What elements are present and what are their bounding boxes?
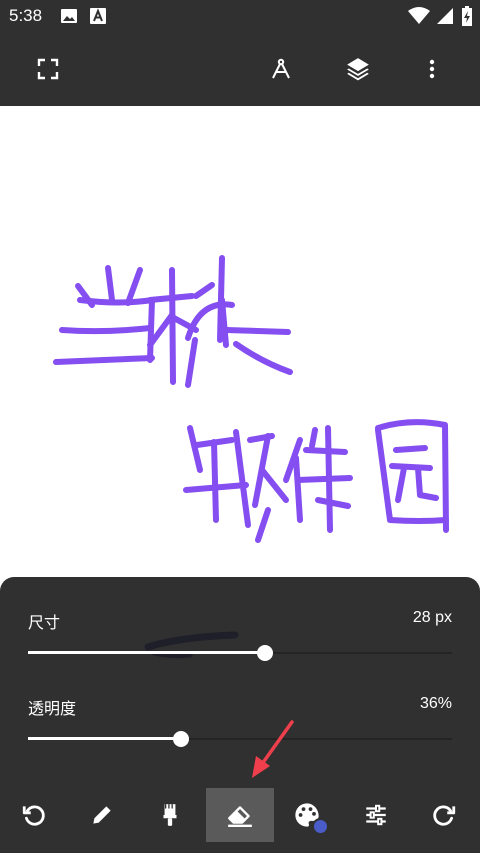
opacity-value: 36%	[419, 695, 452, 712]
opacity-label: 透明度	[28, 699, 77, 718]
opacity-slider-fill	[28, 737, 181, 740]
more-options-button[interactable]	[412, 49, 452, 89]
status-time: 5:38	[9, 6, 43, 25]
color-palette-button[interactable]	[277, 789, 337, 841]
tool-bar	[0, 763, 480, 853]
cellular-icon	[437, 8, 453, 24]
size-slider-thumb[interactable]	[257, 645, 274, 661]
pencil-icon	[93, 806, 111, 824]
fullscreen-icon	[37, 58, 59, 80]
compass-icon	[272, 58, 290, 79]
brush-button[interactable]	[140, 789, 200, 841]
redo-button[interactable]	[414, 789, 474, 841]
size-value: 28 px	[412, 609, 452, 626]
eraser-button[interactable]	[206, 788, 274, 842]
layers-icon	[347, 58, 369, 81]
size-slider[interactable]	[28, 643, 452, 663]
top-toolbar	[0, 32, 480, 106]
size-slider-fill	[28, 651, 266, 654]
redo-icon	[433, 805, 456, 826]
undo-icon	[22, 805, 45, 826]
opacity-slider-thumb[interactable]	[172, 731, 189, 747]
battery-charging-icon	[462, 6, 472, 26]
current-color-indicator	[312, 818, 329, 835]
wifi-icon	[408, 7, 430, 24]
status-bar: 5:38	[0, 0, 480, 32]
adjust-button[interactable]	[346, 789, 406, 841]
image-notification-icon	[61, 9, 77, 23]
sliders-icon	[366, 804, 386, 826]
a-notification-icon	[90, 8, 106, 24]
more-vert-icon	[429, 59, 435, 79]
layers-button[interactable]	[338, 49, 378, 89]
eraser-icon	[228, 806, 252, 827]
brush-icon	[163, 804, 177, 826]
undo-button[interactable]	[4, 789, 64, 841]
fullscreen-button[interactable]	[28, 49, 68, 89]
opacity-slider[interactable]	[28, 729, 452, 749]
pencil-button[interactable]	[72, 789, 132, 841]
size-label: 尺寸	[28, 613, 61, 632]
compass-button[interactable]	[261, 49, 301, 89]
